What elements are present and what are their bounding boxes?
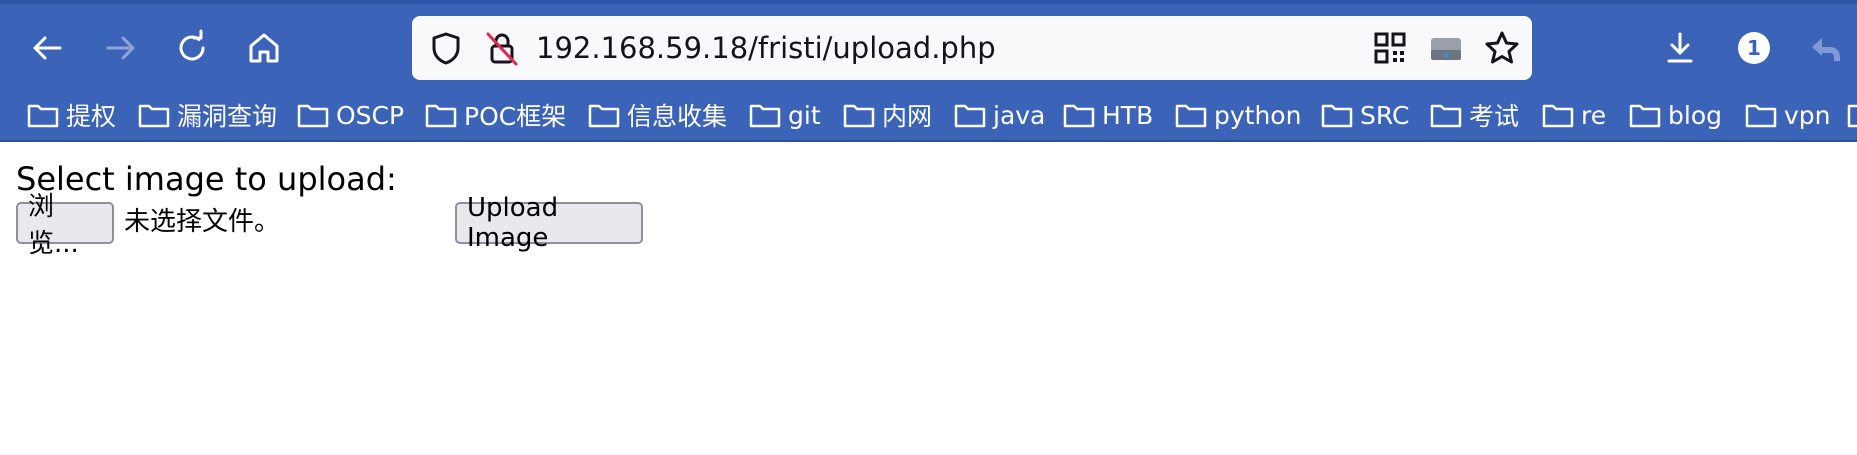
folder-icon — [1175, 104, 1207, 128]
bookmark-label: HTB — [1102, 100, 1154, 130]
no-file-selected-text: 未选择文件。 — [124, 207, 281, 237]
folder-icon — [749, 104, 781, 128]
bookmark-label: blog — [1668, 100, 1722, 130]
bookmark-folder-poc[interactable]: POC框架 — [424, 90, 566, 140]
qr-code-icon[interactable] — [1370, 28, 1410, 68]
home-icon — [249, 33, 279, 63]
star-icon[interactable] — [1482, 28, 1522, 68]
folder-icon — [1629, 104, 1661, 128]
undo-button[interactable] — [1804, 26, 1848, 70]
home-button[interactable] — [242, 26, 286, 70]
bookmark-label: 提权 — [66, 102, 117, 131]
back-arrow-icon — [33, 36, 62, 60]
bookmark-folder-intranet[interactable]: 内网 — [842, 90, 932, 140]
bookmark-folder-exam[interactable]: 考试 — [1429, 90, 1519, 140]
forward-button[interactable] — [98, 26, 142, 70]
folder-icon — [1847, 104, 1857, 128]
bookmark-label: POC框架 — [464, 102, 567, 131]
bookmark-folder-info-gathering[interactable]: 信息收集 — [587, 90, 727, 140]
bookmark-folder-tiquan[interactable]: 提权 — [26, 90, 116, 140]
upload-image-button[interactable]: Upload Image — [455, 193, 643, 253]
bookmark-folder-src[interactable]: SRC — [1320, 90, 1409, 140]
bookmarks-bar: 提权 漏洞查询 OSCP POC框架 信息收集 git 内网 java HTB … — [0, 90, 1857, 142]
folder-icon — [425, 104, 457, 128]
reload-button[interactable] — [170, 26, 214, 70]
downloads-button[interactable] — [1658, 26, 1702, 70]
bookmark-overflow-folder[interactable] — [1846, 90, 1857, 140]
shield-icon[interactable] — [426, 28, 466, 68]
undo-icon — [1812, 38, 1840, 61]
url-bar[interactable]: 192.168.59.18/fristi/upload.php — [412, 16, 1532, 80]
folder-icon — [1745, 104, 1777, 128]
bookmark-label: 信息收集 — [627, 102, 728, 131]
folder-icon — [138, 104, 170, 128]
insecure-lock-icon[interactable] — [482, 28, 522, 68]
notification-count: 1 — [1747, 36, 1761, 60]
folder-icon — [1430, 104, 1462, 128]
folder-icon — [297, 104, 329, 128]
browser-toolbar: 192.168.59.18/fristi/upload.php 1 — [0, 0, 1857, 90]
url-text[interactable]: 192.168.59.18/fristi/upload.php — [536, 29, 996, 67]
bookmark-label: vpn — [1784, 100, 1831, 130]
bookmark-label: 内网 — [882, 102, 933, 131]
bookmark-label: re — [1581, 100, 1607, 130]
bookmark-label: git — [788, 100, 821, 130]
bookmark-folder-vpn[interactable]: vpn — [1744, 90, 1831, 140]
folder-icon — [954, 104, 986, 128]
folder-icon — [27, 104, 59, 128]
bookmark-folder-vuln-lookup[interactable]: 漏洞查询 — [137, 90, 277, 140]
bookmark-label: python — [1214, 100, 1302, 130]
notification-badge[interactable]: 1 — [1732, 26, 1776, 70]
bookmark-folder-java[interactable]: java — [953, 90, 1045, 140]
bookmark-label: java — [993, 100, 1046, 130]
bookmark-folder-python[interactable]: python — [1174, 90, 1301, 140]
folder-icon — [588, 104, 620, 128]
folder-icon — [1321, 104, 1353, 128]
bookmark-label: OSCP — [336, 100, 405, 130]
bookmark-label: SRC — [1360, 100, 1410, 130]
reload-icon — [179, 29, 205, 61]
folder-icon — [1542, 104, 1574, 128]
bookmark-folder-re[interactable]: re — [1541, 90, 1606, 140]
back-button[interactable] — [26, 26, 70, 70]
bookmark-folder-htb[interactable]: HTB — [1062, 90, 1153, 140]
folder-icon — [1063, 104, 1095, 128]
bookmark-label: 考试 — [1469, 102, 1520, 131]
bookmark-folder-oscp[interactable]: OSCP — [296, 90, 404, 140]
page-content: Select image to upload: 浏览... 未选择文件。 Upl… — [0, 142, 1857, 455]
folder-icon — [843, 104, 875, 128]
bookmark-label: 漏洞查询 — [177, 102, 278, 131]
forward-arrow-icon — [106, 36, 135, 60]
download-icon — [1667, 32, 1693, 63]
bookmark-folder-git[interactable]: git — [748, 90, 821, 140]
drive-icon[interactable] — [1426, 28, 1466, 68]
browse-button[interactable]: 浏览... — [16, 192, 114, 259]
bookmark-folder-blog[interactable]: blog — [1628, 90, 1722, 140]
